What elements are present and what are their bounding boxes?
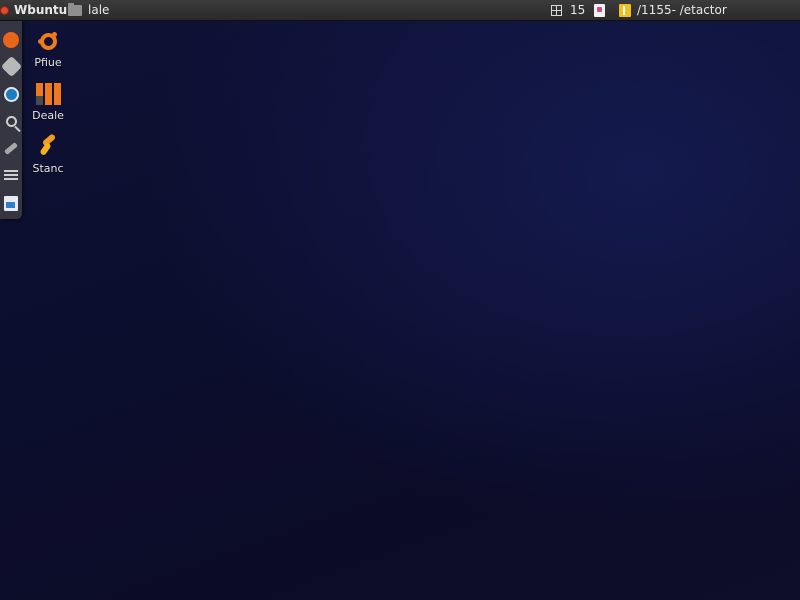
launcher-item-home[interactable] <box>0 27 22 53</box>
launcher-item-settings[interactable] <box>0 53 22 79</box>
app-menu[interactable]: Wbuntu <box>0 0 67 20</box>
gear-icon <box>0 55 22 77</box>
app-name: Wbuntu <box>14 3 68 17</box>
desktop-icon-label: Deale <box>32 109 64 122</box>
folder-icon <box>68 2 82 16</box>
desktop-icon-label: Pfiue <box>34 56 62 69</box>
launcher-item-document[interactable] <box>0 190 22 216</box>
workspace-indicator[interactable]: 15 <box>551 0 585 20</box>
notes-icon <box>619 3 631 17</box>
list-icon <box>4 168 18 182</box>
top-panel: Wbuntu lale 15 /1155- /etactor <box>0 0 800 21</box>
ubuntu-logo-icon <box>0 5 9 15</box>
menu-label: lale <box>88 3 110 17</box>
indicator-card[interactable] <box>594 0 605 20</box>
launcher-item-tools[interactable] <box>0 135 22 161</box>
bolt-icon <box>37 136 59 158</box>
launcher-item-list[interactable] <box>0 162 22 188</box>
search-icon <box>5 115 17 127</box>
tools-icon <box>4 141 18 155</box>
launcher-item-browser[interactable] <box>0 81 22 107</box>
clock-text: /1155- /etactor <box>637 3 727 17</box>
desktop-icon-deale[interactable]: Deale <box>28 80 68 122</box>
ubuntu-circle-icon <box>3 32 19 48</box>
file-menu[interactable]: lale <box>68 0 109 20</box>
desktop-icon-stanc[interactable]: Stanc <box>28 133 68 175</box>
document-icon <box>4 195 18 211</box>
indicator-number: 15 <box>570 3 586 17</box>
desktop-icon-label: Stanc <box>32 162 64 175</box>
globe-icon <box>3 86 19 102</box>
grid-icon <box>551 4 562 16</box>
card-icon <box>594 3 605 17</box>
clock-indicator[interactable]: /1155- /etactor <box>619 0 727 20</box>
launcher <box>0 21 22 219</box>
ubuntu-logo-icon <box>37 31 57 50</box>
launcher-item-search[interactable] <box>0 108 22 134</box>
bars-icon <box>35 83 61 105</box>
desktop-icon-pfiue[interactable]: Pfiue <box>28 27 68 69</box>
